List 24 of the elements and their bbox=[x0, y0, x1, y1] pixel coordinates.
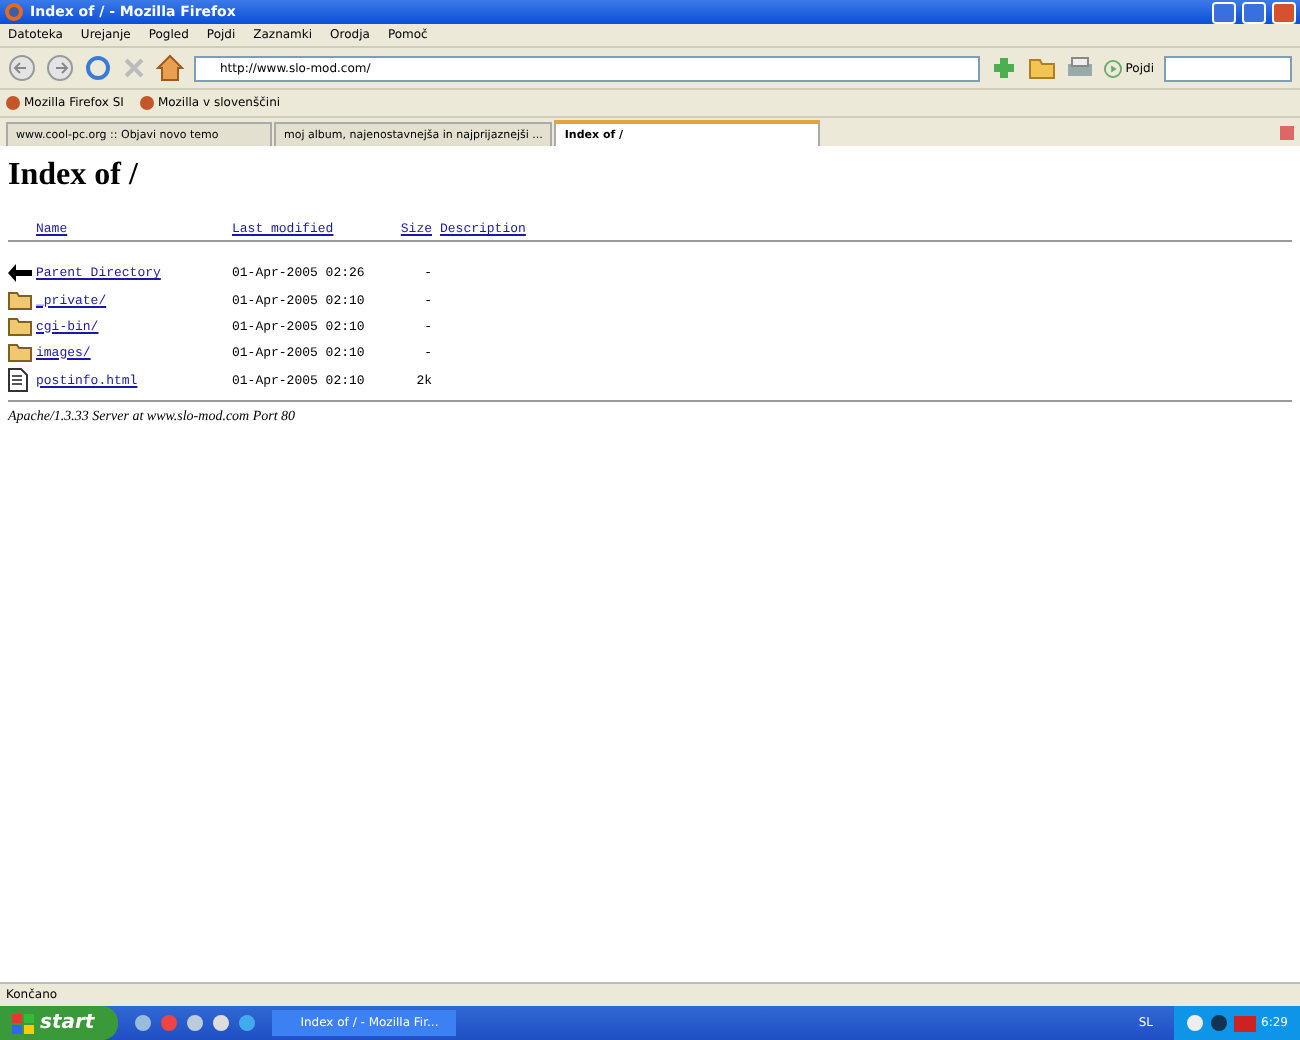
document-icon bbox=[8, 368, 28, 392]
start-button[interactable]: start bbox=[0, 1006, 119, 1040]
tray-icon[interactable] bbox=[1233, 1015, 1256, 1031]
folder-icon bbox=[8, 342, 32, 362]
stop-icon[interactable] bbox=[122, 56, 146, 80]
page-heading: Index of / bbox=[8, 158, 140, 194]
forward-icon[interactable] bbox=[46, 54, 74, 82]
folder-icon bbox=[8, 290, 32, 310]
plus-icon[interactable] bbox=[989, 54, 1018, 82]
globe-icon bbox=[4, 2, 24, 22]
home-icon[interactable] bbox=[156, 54, 184, 82]
maximize-button[interactable] bbox=[1242, 1, 1266, 23]
minimize-button[interactable] bbox=[1212, 1, 1236, 23]
close-button[interactable] bbox=[1272, 1, 1296, 23]
windows-logo bbox=[12, 1013, 34, 1033]
reload-icon[interactable] bbox=[84, 54, 112, 82]
folder-icon bbox=[8, 316, 32, 336]
play-icon bbox=[1103, 59, 1122, 77]
printer-icon[interactable] bbox=[1065, 56, 1094, 80]
folder-icon[interactable] bbox=[1027, 56, 1056, 80]
back-icon[interactable] bbox=[8, 54, 36, 82]
back-arrow-icon bbox=[8, 262, 32, 284]
search-field[interactable] bbox=[1164, 55, 1292, 81]
close-tab-button[interactable] bbox=[1280, 125, 1294, 139]
